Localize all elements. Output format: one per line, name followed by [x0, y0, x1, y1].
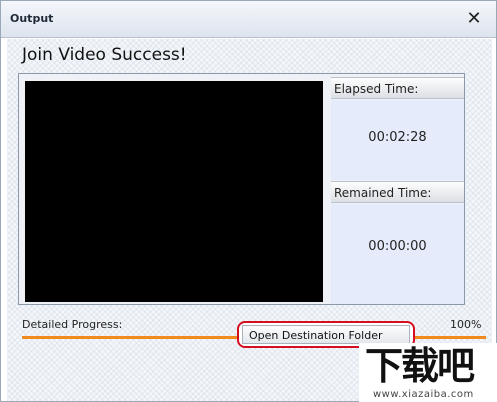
progress-percent: 100%	[450, 318, 482, 331]
output-window: Output ✕ Join Video Success! Elapsed Tim…	[0, 0, 497, 402]
close-icon[interactable]: ✕	[463, 9, 485, 29]
elapsed-time-label: Elapsed Time:	[331, 77, 464, 99]
watermark-logo-text: 下载吧	[365, 344, 475, 388]
open-destination-folder-label: Open Destination Folder	[242, 325, 410, 344]
watermark-url: www.xiazaiba.com	[373, 389, 474, 400]
status-heading: Join Video Success!	[22, 45, 187, 65]
video-preview	[25, 81, 323, 302]
window-title: Output	[10, 12, 54, 25]
preview-panel: Elapsed Time: 00:02:28 Remained Time: 00…	[18, 73, 465, 305]
watermark-logo: 下载吧 www.xiazaiba.com	[359, 343, 497, 402]
time-panel: Elapsed Time: 00:02:28 Remained Time: 00…	[331, 77, 464, 304]
remained-time-label: Remained Time:	[331, 181, 464, 203]
elapsed-time-value: 00:02:28	[331, 100, 464, 180]
title-bar: Output ✕	[1, 1, 496, 38]
progress-label: Detailed Progress:	[22, 318, 123, 331]
remained-time-value: 00:00:00	[331, 204, 464, 304]
